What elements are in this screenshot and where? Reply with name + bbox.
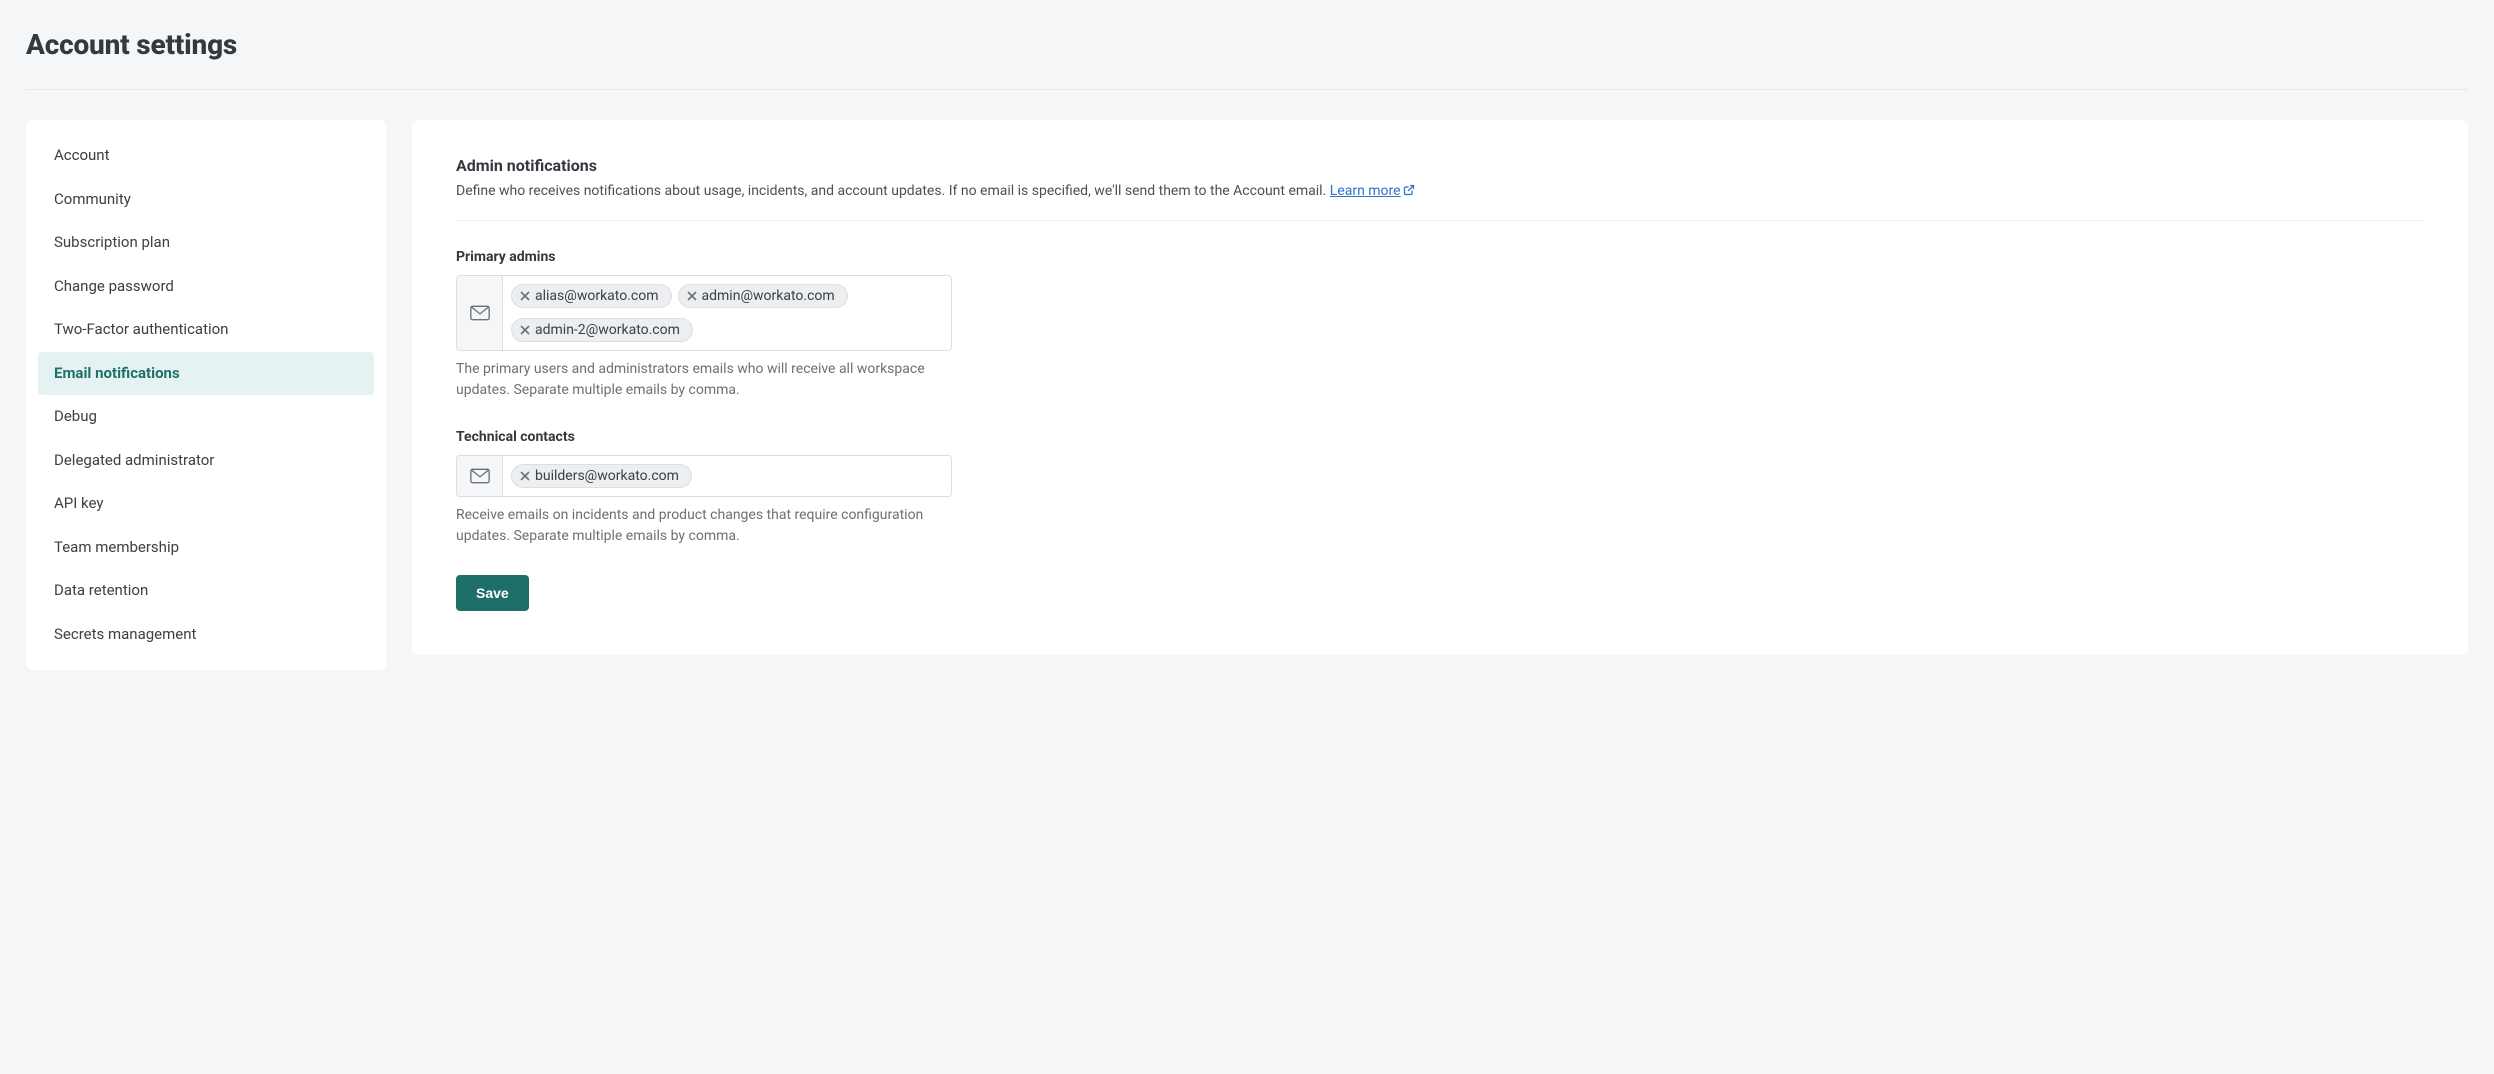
save-button[interactable]: Save — [456, 575, 529, 611]
tag-label: admin-2@workato.com — [535, 322, 680, 338]
remove-tag-icon[interactable] — [520, 471, 530, 481]
sidebar-item-debug[interactable]: Debug — [38, 395, 374, 439]
sidebar-item-change-password[interactable]: Change password — [38, 265, 374, 309]
sidebar-item-community[interactable]: Community — [38, 178, 374, 222]
technical-contacts-help: Receive emails on incidents and product … — [456, 505, 952, 547]
envelope-icon — [470, 305, 490, 321]
primary-admins-tag-area[interactable]: alias@workato.com admin@workato.com admin-… — [503, 276, 951, 350]
primary-admin-tag: admin-2@workato.com — [511, 318, 693, 342]
primary-admins-input[interactable]: alias@workato.com admin@workato.com admin-… — [456, 275, 952, 351]
primary-admin-tag: admin@workato.com — [678, 284, 848, 308]
section-description: Define who receives notifications about … — [456, 181, 2424, 202]
sidebar-item-subscription-plan[interactable]: Subscription plan — [38, 221, 374, 265]
sidebar-item-secrets-management[interactable]: Secrets management — [38, 613, 374, 657]
sidebar-item-delegated-administrator[interactable]: Delegated administrator — [38, 439, 374, 483]
tag-label: alias@workato.com — [535, 288, 659, 304]
page-title: Account settings — [26, 28, 2468, 61]
primary-admins-field: Primary admins alias@workato.com admin@wo… — [456, 249, 2424, 401]
divider — [26, 89, 2468, 90]
technical-contacts-field: Technical contacts builders@workato.com … — [456, 429, 2424, 547]
sidebar-item-data-retention[interactable]: Data retention — [38, 569, 374, 613]
technical-contacts-label: Technical contacts — [456, 429, 2424, 445]
technical-contacts-input[interactable]: builders@workato.com — [456, 455, 952, 497]
remove-tag-icon[interactable] — [520, 325, 530, 335]
section-title: Admin notifications — [456, 156, 2424, 175]
envelope-icon — [470, 468, 490, 484]
learn-more-label: Learn more — [1330, 183, 1401, 199]
external-link-icon — [1403, 184, 1415, 196]
tag-label: builders@workato.com — [535, 468, 679, 484]
input-prefix — [457, 276, 503, 350]
sidebar-item-two-factor-authentication[interactable]: Two-Factor authentication — [38, 308, 374, 352]
primary-admins-help: The primary users and administrators ema… — [456, 359, 952, 401]
remove-tag-icon[interactable] — [687, 291, 697, 301]
sidebar-item-account[interactable]: Account — [38, 134, 374, 178]
technical-contact-tag: builders@workato.com — [511, 464, 692, 488]
primary-admin-tag: alias@workato.com — [511, 284, 672, 308]
section-description-text: Define who receives notifications about … — [456, 183, 1330, 199]
learn-more-link[interactable]: Learn more — [1330, 183, 1415, 199]
settings-panel: Admin notifications Define who receives … — [412, 120, 2468, 655]
sidebar-item-team-membership[interactable]: Team membership — [38, 526, 374, 570]
primary-admins-label: Primary admins — [456, 249, 2424, 265]
tag-label: admin@workato.com — [702, 288, 835, 304]
section-divider — [456, 220, 2424, 221]
sidebar-item-email-notifications[interactable]: Email notifications — [38, 352, 374, 396]
sidebar-item-api-key[interactable]: API key — [38, 482, 374, 526]
settings-sidebar: AccountCommunitySubscription planChange … — [26, 120, 386, 670]
input-prefix — [457, 456, 503, 496]
remove-tag-icon[interactable] — [520, 291, 530, 301]
technical-contacts-tag-area[interactable]: builders@workato.com — [503, 456, 951, 496]
